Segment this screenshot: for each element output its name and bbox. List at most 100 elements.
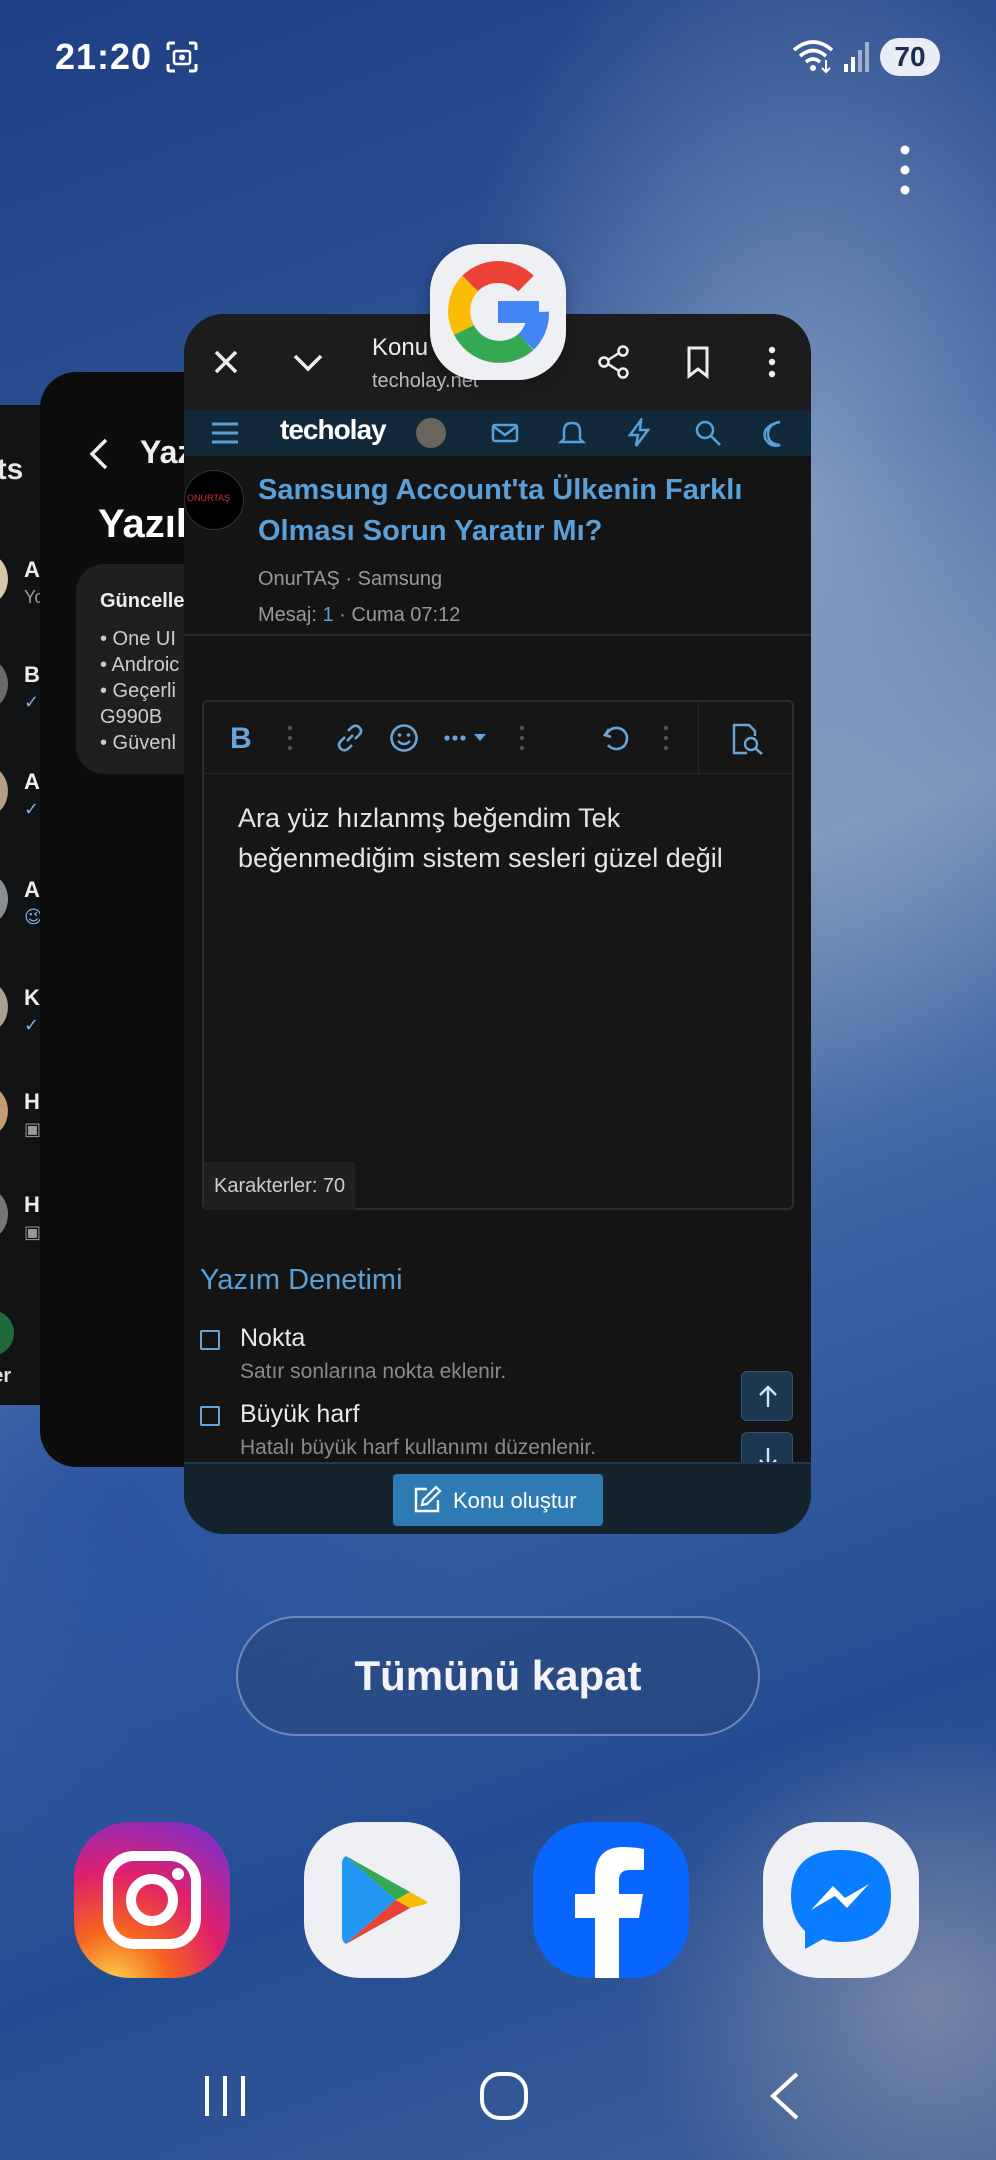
back-button[interactable] xyxy=(755,2066,815,2126)
panel-item: • Geçerli xyxy=(100,680,176,702)
spellcheck-option-buyuk-harf[interactable]: Büyük harf Hatalı büyük harf kullanımı d… xyxy=(200,1400,720,1470)
chevron-down-icon[interactable] xyxy=(290,344,326,380)
google-g-logo xyxy=(448,261,549,363)
battery-indicator: 70 xyxy=(880,38,940,76)
facebook-icon[interactable] xyxy=(533,1822,689,1978)
spellcheck-heading: Yazım Denetimi xyxy=(200,1264,403,1296)
list-item-title: H xyxy=(24,1089,40,1114)
editor-content[interactable]: Ara yüz hızlanmş beğendim Tek beğenmediğ… xyxy=(238,798,778,878)
more-options-icon[interactable] xyxy=(518,722,526,754)
search-icon[interactable] xyxy=(693,418,723,448)
list-item-title: A xyxy=(24,557,40,582)
signal-icon xyxy=(844,42,869,72)
list-item-subtitle: ✓ xyxy=(24,1015,40,1035)
bold-button[interactable]: B xyxy=(230,722,252,756)
avatar xyxy=(0,1190,8,1238)
clock: 21:20 xyxy=(55,36,153,77)
avatar xyxy=(0,767,8,815)
panel-item: • Androic xyxy=(100,654,180,676)
list-item-title: B xyxy=(24,662,40,687)
message-editor[interactable]: B Ara yüz hızlanmş beğendim Tek beğenmed… xyxy=(202,700,794,1210)
option-description: Hatalı büyük harf kullanımı düzenlenir. xyxy=(240,1436,597,1459)
home-button[interactable] xyxy=(474,2066,534,2126)
emoji-icon[interactable] xyxy=(388,722,420,754)
checkbox[interactable] xyxy=(200,1330,220,1350)
avatar-text: ONURTAŞ xyxy=(187,493,231,503)
bookmark-icon[interactable] xyxy=(680,344,716,380)
thread-header: ONURTAŞ Samsung Account'ta Ülkenin Farkl… xyxy=(184,456,811,646)
list-item-subtitle: ▣ xyxy=(24,1222,42,1242)
wifi-icon xyxy=(792,40,834,74)
checkbox[interactable] xyxy=(200,1406,220,1426)
list-item-subtitle: ✓ xyxy=(24,799,40,819)
user-avatar[interactable] xyxy=(416,418,446,448)
instagram-icon[interactable] xyxy=(74,1822,230,1978)
more-vertical-icon[interactable] xyxy=(885,140,925,200)
share-icon[interactable] xyxy=(596,344,632,380)
thread-date: · Cuma 07:12 xyxy=(339,604,461,626)
undo-icon[interactable] xyxy=(600,722,632,754)
messenger-icon[interactable] xyxy=(763,1822,919,1978)
form-action-bar: Konu oluştur xyxy=(184,1462,811,1534)
scroll-up-button[interactable] xyxy=(741,1371,793,1421)
new-chat-button xyxy=(0,1310,14,1356)
list-item-subtitle: ✓ xyxy=(24,692,40,712)
more-options-icon[interactable] xyxy=(662,722,670,754)
option-label: Nokta xyxy=(240,1324,306,1352)
link-icon[interactable] xyxy=(334,722,366,754)
spellcheck-option-nokta[interactable]: Nokta Satır sonlarına nokta eklenir. xyxy=(200,1324,720,1394)
option-label: Büyük harf xyxy=(240,1400,360,1428)
preview-button[interactable] xyxy=(698,702,794,774)
list-item-title: A xyxy=(24,877,40,902)
recent-app-card-google[interactable]: Konu techolay.net techolay ONURTAŞ Samsu… xyxy=(184,314,811,1534)
close-icon[interactable] xyxy=(208,344,244,380)
option-description: Satır sonlarına nokta eklenir. xyxy=(240,1360,507,1383)
more-options-icon[interactable] xyxy=(286,722,294,754)
moon-icon[interactable] xyxy=(760,418,790,448)
list-item-title: K xyxy=(24,985,40,1010)
card-page-title: Yazıl xyxy=(98,502,187,546)
panel-item: • Güvenl xyxy=(100,732,176,754)
menu-icon[interactable] xyxy=(210,418,240,448)
site-navbar: techolay xyxy=(184,410,811,456)
card-title: ats xyxy=(0,453,24,486)
panel-title: Güncelle xyxy=(100,590,185,612)
mail-icon[interactable] xyxy=(490,418,520,448)
more-formatting-icon[interactable] xyxy=(442,724,492,752)
close-all-button[interactable]: Tümünü kapat xyxy=(236,1616,760,1736)
divider xyxy=(184,634,811,636)
status-bar: 21:20 70 xyxy=(0,0,996,110)
back-arrow-icon xyxy=(89,438,108,470)
create-thread-button[interactable]: Konu oluştur xyxy=(393,1474,603,1526)
avatar xyxy=(0,983,8,1031)
bell-icon[interactable] xyxy=(557,418,587,448)
editor-toolbar: B xyxy=(204,702,794,774)
panel-item: • One UI xyxy=(100,628,176,650)
messages-label: Mesaj: xyxy=(258,604,317,626)
list-item-title: H xyxy=(24,1192,40,1217)
lightning-icon[interactable] xyxy=(624,418,654,448)
avatar xyxy=(0,875,8,923)
avatar xyxy=(0,1087,8,1135)
messages-count[interactable]: 1 xyxy=(322,604,333,626)
arrow-up-icon xyxy=(759,1385,777,1407)
thread-title[interactable]: Samsung Account'ta Ülkenin Farklı Olması… xyxy=(258,470,778,552)
edit-icon xyxy=(414,1485,442,1513)
list-item-title: A xyxy=(24,769,40,794)
screenshot-icon xyxy=(166,41,198,73)
character-count: Karakterler: 70 xyxy=(204,1162,356,1210)
panel-item: G990B xyxy=(100,706,163,728)
avatar xyxy=(0,660,8,708)
google-icon[interactable] xyxy=(430,244,566,380)
preview-icon xyxy=(732,723,763,755)
create-thread-label: Konu oluştur xyxy=(453,1488,577,1513)
author-avatar[interactable]: ONURTAŞ xyxy=(184,470,244,530)
more-vertical-icon[interactable] xyxy=(754,344,790,380)
play-store-icon[interactable] xyxy=(304,1822,460,1978)
site-logo[interactable]: techolay xyxy=(280,414,387,446)
thread-author-category: OnurTAŞ · Samsung xyxy=(258,568,443,590)
recents-button[interactable] xyxy=(195,2066,255,2126)
tab-title: Konu xyxy=(372,334,429,361)
avatar xyxy=(0,555,8,603)
card-footer-label: tler xyxy=(0,1365,12,1387)
